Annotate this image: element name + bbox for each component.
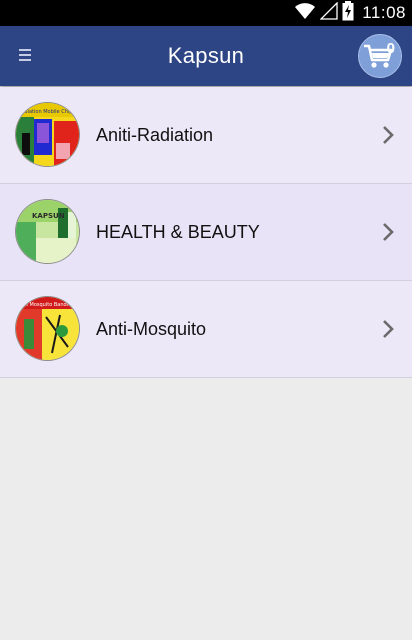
category-label: Anti-Mosquito xyxy=(96,319,207,339)
category-thumbnail: Anti Mosquito Bandle xyxy=(16,297,79,360)
menu-button[interactable] xyxy=(12,44,38,70)
category-list: Radiation Mobile Chip Aniti-Radiation KA… xyxy=(0,87,412,378)
chevron-right-icon xyxy=(380,317,398,341)
thumbnail-caption: Anti Mosquito Bandle xyxy=(18,302,71,308)
battery-charging-icon xyxy=(342,0,354,26)
wifi-icon xyxy=(294,2,316,25)
category-item-anti-mosquito[interactable]: Anti Mosquito Bandle Anti-Mosquito xyxy=(0,281,412,378)
category-item-anti-radiation[interactable]: Radiation Mobile Chip Aniti-Radiation xyxy=(0,87,412,184)
menu-icon xyxy=(19,48,31,67)
signal-icon xyxy=(319,0,338,25)
category-label: HEALTH & BEAUTY xyxy=(96,222,260,242)
app-bar: Kapsun 0 xyxy=(0,26,412,86)
cart-button[interactable]: 0 xyxy=(358,34,402,78)
category-thumbnail: KAPSUN xyxy=(16,200,79,263)
thumbnail-caption: Radiation Mobile Chip xyxy=(18,109,72,115)
chevron-right-icon xyxy=(380,220,398,244)
app-title: Kapsun xyxy=(167,43,245,68)
category-label: Aniti-Radiation xyxy=(96,125,214,145)
thumbnail-caption: KAPSUN xyxy=(32,212,65,220)
cart-count-badge: 0 xyxy=(386,40,395,57)
category-item-health-beauty[interactable]: KAPSUN HEALTH & BEAUTY xyxy=(0,184,412,281)
status-time: 11:08 xyxy=(362,3,406,22)
chevron-right-icon xyxy=(380,123,398,147)
status-bar: 11:08 xyxy=(0,0,412,26)
category-thumbnail: Radiation Mobile Chip xyxy=(16,103,79,166)
